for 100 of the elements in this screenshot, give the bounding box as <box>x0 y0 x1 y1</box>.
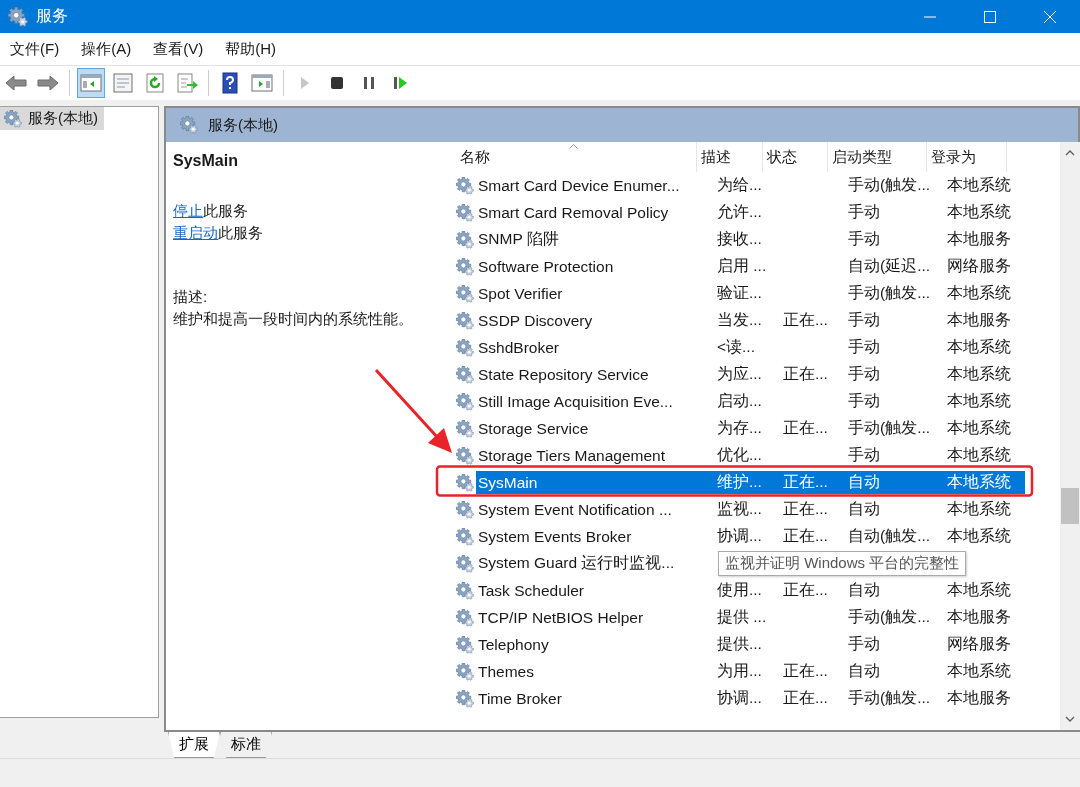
table-cell-text: Still Image Acquisition Eve... <box>477 392 674 411</box>
scroll-thumb[interactable] <box>1061 488 1079 524</box>
menu-item[interactable]: 帮助(H) <box>219 39 282 59</box>
service-row[interactable]: Task Scheduler 使用... 正在... 自动 本地系统 <box>476 579 1025 602</box>
table-cell-text: 本地系统 <box>946 472 1012 492</box>
gear-icon <box>456 392 474 411</box>
table-cell-text: Software Protection <box>477 257 615 276</box>
table-cell-text: 本地服务 <box>946 688 1012 708</box>
table-cell-text: 本地系统 <box>946 418 1012 438</box>
table-cell-text: Task Scheduler <box>477 581 585 600</box>
description-label: 描述: <box>173 287 209 307</box>
table-cell-text: 使用... <box>716 580 763 600</box>
table-cell-text: SysMain <box>477 473 539 492</box>
scrollbar[interactable] <box>1060 142 1080 730</box>
service-row[interactable]: System Events Broker 协调... 正在... 自动(触发... 本地系统 <box>476 525 1025 548</box>
column-header[interactable]: 描述 <box>697 142 763 172</box>
service-row[interactable]: Spot Verifier 验证... 手动(触发... 本地系统 <box>476 282 1025 305</box>
table-cell-text: 当发... <box>716 310 763 330</box>
service-row[interactable]: Storage Tiers Management 优化... 手动 本地系统 <box>476 444 1025 467</box>
menu-item[interactable]: 操作(A) <box>75 39 138 59</box>
action-link[interactable]: 重启动 <box>173 224 218 241</box>
service-row[interactable]: Still Image Acquisition Eve... 启动... 手动 本地系统 <box>476 390 1025 413</box>
table-cell-text: State Repository Service <box>477 365 650 384</box>
table-cell-text: 手动(触发... <box>847 607 932 627</box>
gear-icon <box>456 473 474 492</box>
table-cell-text: 自动 <box>847 661 881 681</box>
table-cell-text: 自动 <box>847 472 881 492</box>
gear-icon <box>180 116 198 134</box>
scroll-up-icon[interactable] <box>1065 150 1075 156</box>
table-cell-text: 本地服务 <box>946 229 1012 249</box>
table-cell-text: System Events Broker <box>477 527 633 546</box>
table-cell-text: Spot Verifier <box>477 284 564 303</box>
table-cell-text: <读... <box>716 337 756 357</box>
gear-icon <box>456 176 474 195</box>
tree-item[interactable]: 服务(本地) <box>0 107 104 130</box>
table-cell-text: 手动(触发... <box>847 688 932 708</box>
table-cell-text: SNMP 陷阱 <box>477 229 560 249</box>
service-row[interactable]: SshdBroker <读... 手动 本地系统 <box>476 336 1025 359</box>
service-row[interactable]: Storage Service 为存... 正在... 手动(触发... 本地系统 <box>476 417 1025 440</box>
table-cell-text: 手动 <box>847 337 881 357</box>
service-row[interactable]: TCP/IP NetBIOS Helper 提供 ... 手动(触发... 本地服务 <box>476 606 1025 629</box>
table-cell-text: 手动(触发... <box>847 175 932 195</box>
service-row[interactable]: System Guard 运行时监视... <box>476 552 715 575</box>
view-tab[interactable]: 标准 <box>220 732 272 758</box>
menu-item[interactable]: 文件(F) <box>4 39 66 59</box>
service-row[interactable]: SysMain 维护... 正在... 自动 本地系统 <box>476 471 1025 494</box>
menu-item[interactable]: 查看(V) <box>147 39 210 59</box>
table-cell-text: 手动 <box>847 364 881 384</box>
gear-icon <box>456 257 474 276</box>
table-cell-text: 自动(延迟... <box>847 256 932 276</box>
app-gear-icon <box>8 6 28 27</box>
sort-caret-icon <box>569 144 578 149</box>
table-cell-text: 允许... <box>716 202 763 222</box>
service-row[interactable]: Software Protection 启用 ... 自动(延迟... 网络服务 <box>476 255 1025 278</box>
table-cell-text: Smart Card Removal Policy <box>477 203 670 222</box>
column-header[interactable]: 名称 <box>456 142 697 172</box>
table-cell-text: 正在... <box>782 580 829 600</box>
scroll-down-icon[interactable] <box>1065 716 1075 722</box>
service-row[interactable]: SSDP Discovery 当发... 正在... 手动 本地服务 <box>476 309 1025 332</box>
table-cell-text: 提供... <box>716 634 763 654</box>
table-cell-text: 手动 <box>847 229 881 249</box>
service-row[interactable]: Smart Card Removal Policy 允许... 手动 本地系统 <box>476 201 1025 224</box>
gear-icon <box>456 338 474 357</box>
table-cell-text: 本地系统 <box>946 499 1012 519</box>
gear-icon <box>456 203 474 222</box>
table-cell-text: Smart Card Device Enumer... <box>477 176 681 195</box>
table-cell-text: 自动(触发... <box>847 526 932 546</box>
action-text: 此服务 <box>203 202 248 219</box>
column-header[interactable]: 启动类型 <box>828 142 927 172</box>
service-row[interactable]: Time Broker 协调... 正在... 手动(触发... 本地服务 <box>476 687 1025 710</box>
table-cell-text: 正在... <box>782 364 829 384</box>
column-header[interactable]: 状态 <box>763 142 828 172</box>
gear-icon <box>456 554 474 573</box>
service-row[interactable]: Telephony 提供... 手动 网络服务 <box>476 633 1025 656</box>
table-cell-text: 为用... <box>716 661 763 681</box>
table-cell-text: Telephony <box>477 635 550 654</box>
table-cell-text: 本地系统 <box>946 202 1012 222</box>
tree-pane-icon[interactable] <box>77 68 105 98</box>
tooltip: 监视并证明 Windows 平台的完整性 <box>718 551 967 576</box>
service-row[interactable]: State Repository Service 为应... 正在... 手动 本地系统 <box>476 363 1025 386</box>
service-row[interactable]: Themes 为用... 正在... 自动 本地系统 <box>476 660 1025 683</box>
service-row[interactable]: Smart Card Device Enumer... 为给... 手动(触发... 本地系统 <box>476 174 1025 197</box>
gear-icon <box>456 635 474 654</box>
service-row[interactable]: SNMP 陷阱 接收... 手动 本地服务 <box>476 228 1025 251</box>
table-cell-text: 本地系统 <box>946 364 1012 384</box>
table-cell-text: 正在... <box>782 472 829 492</box>
service-row[interactable]: System Event Notification ... 监视... 正在... 自动 本地系统 <box>476 498 1025 521</box>
table-cell-text: 本地服务 <box>946 607 1012 627</box>
action-link[interactable]: 停止 <box>173 202 203 219</box>
table-cell-text: 协调... <box>716 688 763 708</box>
table-cell-text: 网络服务 <box>946 634 1012 654</box>
column-header[interactable]: 登录为 <box>927 142 1007 172</box>
table-cell-text: System Event Notification ... <box>477 500 673 519</box>
table-cell-text: Storage Tiers Management <box>477 446 666 465</box>
table-cell-text: Themes <box>477 662 535 681</box>
table-cell-text: SSDP Discovery <box>477 311 594 330</box>
table-cell-text: 手动 <box>847 310 881 330</box>
table-cell-text: 自动 <box>847 580 881 600</box>
view-tab[interactable]: 扩展 <box>168 732 220 758</box>
table-cell-text: 手动 <box>847 202 881 222</box>
